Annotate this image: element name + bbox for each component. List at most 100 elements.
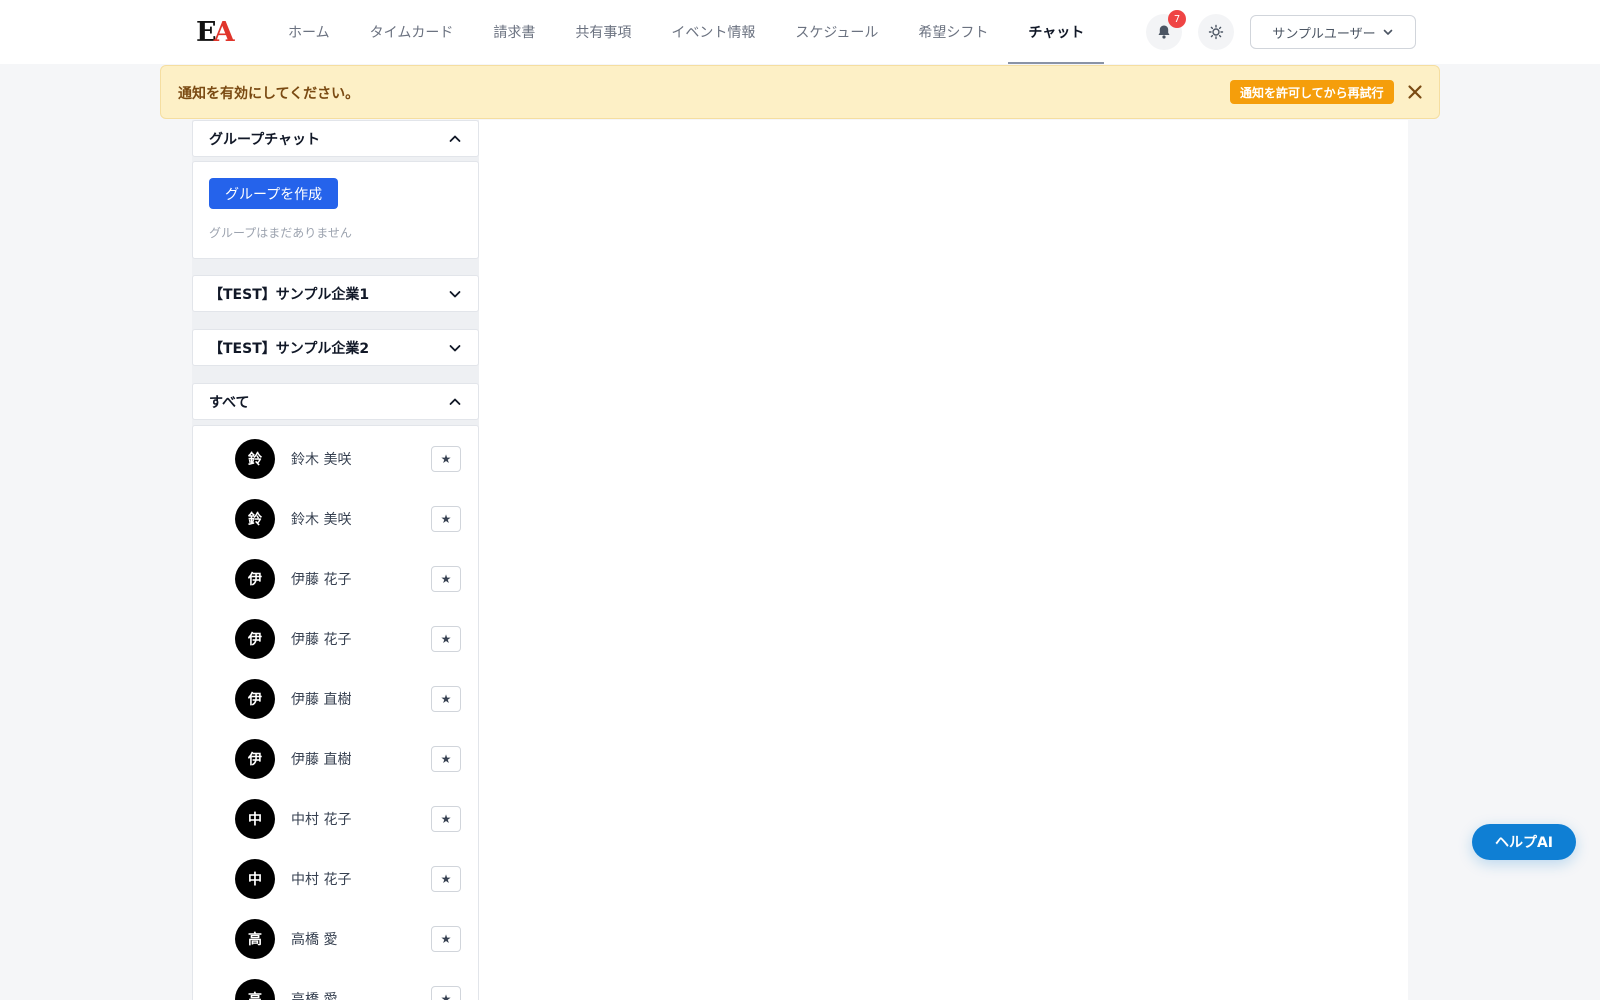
star-icon: ★ bbox=[440, 632, 452, 646]
theme-toggle-button[interactable] bbox=[1198, 14, 1234, 50]
favorite-star-button[interactable]: ★ bbox=[431, 866, 461, 892]
favorite-star-button[interactable]: ★ bbox=[431, 566, 461, 592]
avatar: 高 bbox=[235, 919, 275, 959]
create-group-button[interactable]: グループを作成 bbox=[209, 178, 339, 209]
nav-home[interactable]: ホーム bbox=[268, 0, 350, 64]
nav-shift-request[interactable]: 希望シフト bbox=[898, 0, 1008, 64]
avatar: 鈴 bbox=[235, 499, 275, 539]
list-item[interactable]: 鈴 鈴木 美咲 ★ bbox=[235, 499, 461, 539]
list-item[interactable]: 鈴 鈴木 美咲 ★ bbox=[235, 439, 461, 479]
star-icon: ★ bbox=[440, 572, 452, 586]
avatar: 伊 bbox=[235, 739, 275, 779]
user-name: サンプルユーザー bbox=[1272, 26, 1376, 42]
nav-home-label: ホーム bbox=[288, 25, 330, 41]
alert-button-label: 通知を許可してから再試行 bbox=[1240, 85, 1384, 100]
star-icon: ★ bbox=[440, 692, 452, 706]
nav-chat-label: チャット bbox=[1028, 25, 1085, 41]
help-ai-label: ヘルプAI bbox=[1494, 835, 1554, 851]
app-logo[interactable]: E A bbox=[196, 16, 235, 48]
member-name: 伊藤 花子 bbox=[291, 632, 352, 648]
member-name: 中村 花子 bbox=[291, 812, 352, 828]
nav-chat[interactable]: チャット bbox=[1008, 0, 1105, 64]
favorite-star-button[interactable]: ★ bbox=[431, 626, 461, 652]
avatar: 伊 bbox=[235, 559, 275, 599]
nav-schedule-label: スケジュール bbox=[795, 25, 879, 41]
chevron-up-icon bbox=[449, 135, 461, 142]
star-icon: ★ bbox=[440, 512, 452, 526]
company-section-header-1[interactable]: 【TEST】サンプル企業1 bbox=[192, 275, 479, 312]
chevron-down-icon bbox=[449, 344, 461, 351]
alert-close-button[interactable] bbox=[1405, 82, 1425, 102]
group-chat-title: グループチャット bbox=[209, 131, 321, 148]
no-groups-message: グループはまだありません bbox=[209, 226, 352, 240]
member-name: 高橋 愛 bbox=[291, 992, 338, 1000]
company-title-2: 【TEST】サンプル企業2 bbox=[209, 340, 370, 357]
bell-icon bbox=[1158, 25, 1170, 39]
nav-shared-items-label: 共有事項 bbox=[575, 25, 632, 41]
company-section-header-2[interactable]: 【TEST】サンプル企業2 bbox=[192, 329, 479, 366]
user-menu-dropdown[interactable]: サンプルユーザー bbox=[1250, 15, 1416, 49]
company-title-1: 【TEST】サンプル企業1 bbox=[209, 286, 370, 303]
allow-notifications-retry-button[interactable]: 通知を許可してから再試行 bbox=[1230, 80, 1394, 104]
list-item[interactable]: 中 中村 花子 ★ bbox=[235, 799, 461, 839]
avatar: 中 bbox=[235, 859, 275, 899]
member-name: 鈴木 美咲 bbox=[291, 512, 352, 528]
list-item[interactable]: 伊 伊藤 花子 ★ bbox=[235, 559, 461, 599]
nav-event-info[interactable]: イベント情報 bbox=[651, 0, 775, 64]
list-item[interactable]: 伊 伊藤 花子 ★ bbox=[235, 619, 461, 659]
avatar: 伊 bbox=[235, 679, 275, 719]
nav-shift-request-label: 希望シフト bbox=[918, 25, 989, 41]
create-group-label: グループを作成 bbox=[225, 186, 323, 203]
list-item[interactable]: 高 高橋 愛 ★ bbox=[235, 979, 461, 1000]
nav-schedule[interactable]: スケジュール bbox=[775, 0, 898, 64]
member-name: 伊藤 直樹 bbox=[291, 692, 352, 708]
member-name: 高橋 愛 bbox=[291, 932, 338, 948]
all-members-list: 鈴 鈴木 美咲 ★ 鈴 鈴木 美咲 ★ 伊 伊藤 花子 ★ 伊 伊藤 花子 ★ … bbox=[192, 425, 479, 1000]
group-chat-section-header[interactable]: グループチャット bbox=[192, 120, 479, 157]
member-name: 伊藤 花子 bbox=[291, 572, 352, 588]
member-name: 中村 花子 bbox=[291, 872, 352, 888]
help-ai-button[interactable]: ヘルプAI bbox=[1472, 824, 1576, 860]
nav-invoice-label: 請求書 bbox=[493, 25, 536, 41]
nav-invoice[interactable]: 請求書 bbox=[473, 0, 555, 64]
star-icon: ★ bbox=[440, 932, 452, 946]
chevron-down-icon bbox=[1383, 29, 1392, 35]
member-name: 伊藤 直樹 bbox=[291, 752, 352, 768]
chevron-up-icon bbox=[449, 398, 461, 405]
logo-letter-e: E bbox=[196, 16, 217, 48]
all-members-section-header[interactable]: すべて bbox=[192, 383, 479, 420]
avatar: 高 bbox=[235, 979, 275, 1000]
list-item[interactable]: 伊 伊藤 直樹 ★ bbox=[235, 739, 461, 779]
favorite-star-button[interactable]: ★ bbox=[431, 446, 461, 472]
favorite-star-button[interactable]: ★ bbox=[431, 926, 461, 952]
member-name: 鈴木 美咲 bbox=[291, 452, 352, 468]
all-members-title: すべて bbox=[209, 394, 250, 411]
avatar: 伊 bbox=[235, 619, 275, 659]
avatar: 中 bbox=[235, 799, 275, 839]
list-item[interactable]: 中 中村 花子 ★ bbox=[235, 859, 461, 899]
list-item[interactable]: 高 高橋 愛 ★ bbox=[235, 919, 461, 959]
favorite-star-button[interactable]: ★ bbox=[431, 986, 461, 1000]
nav-timecard[interactable]: タイムカード bbox=[350, 0, 474, 64]
favorite-star-button[interactable]: ★ bbox=[431, 806, 461, 832]
nav-timecard-label: タイムカード bbox=[369, 25, 454, 41]
main-nav: ホーム タイムカード 請求書 共有事項 イベント情報 スケジュール 希望シフト … bbox=[268, 0, 1105, 64]
nav-shared-items[interactable]: 共有事項 bbox=[555, 0, 651, 64]
star-icon: ★ bbox=[440, 812, 452, 826]
list-item[interactable]: 伊 伊藤 直樹 ★ bbox=[235, 679, 461, 719]
chat-main-panel bbox=[479, 120, 1408, 1000]
nav-event-info-label: イベント情報 bbox=[671, 25, 756, 41]
notification-alert-banner: 通知を有効にしてください。 通知を許可してから再試行 bbox=[160, 65, 1440, 119]
logo-letter-a: A bbox=[213, 16, 235, 48]
close-icon bbox=[1408, 85, 1422, 99]
top-header: E A ホーム タイムカード 請求書 共有事項 イベント情報 スケジュール 希望… bbox=[0, 0, 1600, 64]
favorite-star-button[interactable]: ★ bbox=[431, 746, 461, 772]
chevron-down-icon bbox=[449, 290, 461, 297]
favorite-star-button[interactable]: ★ bbox=[431, 686, 461, 712]
favorite-star-button[interactable]: ★ bbox=[431, 506, 461, 532]
notification-badge: 7 bbox=[1168, 10, 1186, 28]
star-icon: ★ bbox=[440, 452, 452, 466]
alert-message: 通知を有効にしてください。 bbox=[178, 86, 360, 102]
star-icon: ★ bbox=[440, 752, 452, 766]
star-icon: ★ bbox=[440, 992, 452, 1000]
